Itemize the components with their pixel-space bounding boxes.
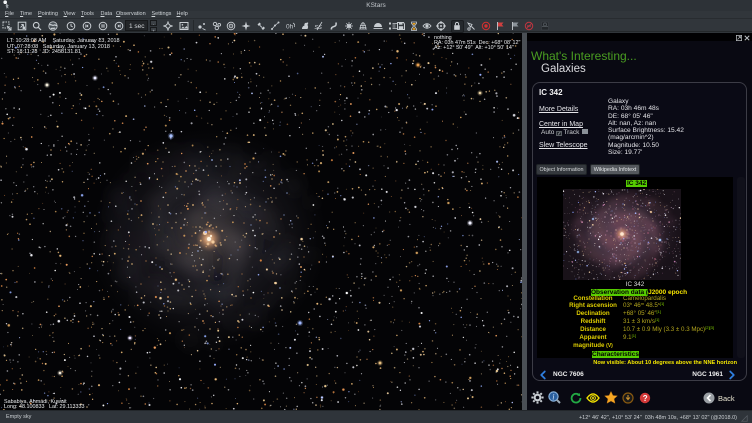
svg-text:i: i bbox=[552, 392, 554, 401]
svg-text:?: ? bbox=[643, 394, 648, 403]
svg-text:0h: 0h bbox=[286, 24, 294, 31]
